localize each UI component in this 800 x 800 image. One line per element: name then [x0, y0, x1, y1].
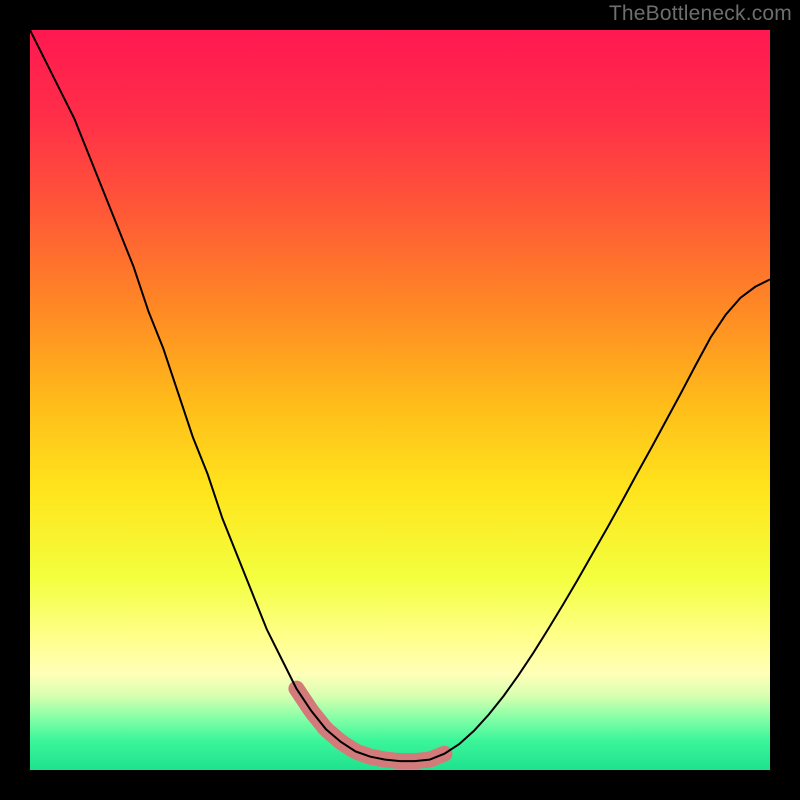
chart-background	[30, 30, 770, 770]
chart-svg	[30, 30, 770, 770]
chart-frame: TheBottleneck.com	[0, 0, 800, 800]
watermark-text: TheBottleneck.com	[609, 2, 792, 26]
plot-area	[30, 30, 770, 770]
